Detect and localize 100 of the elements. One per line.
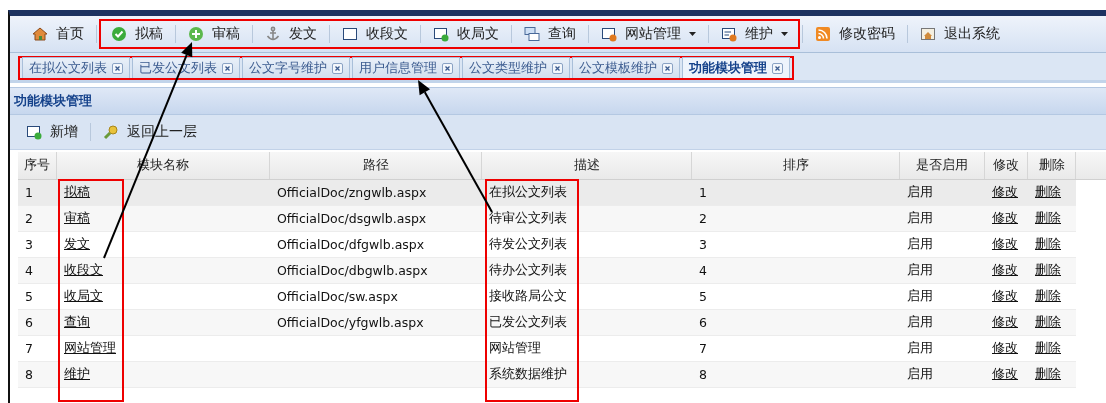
tab[interactable]: 公文类型维护 bbox=[462, 57, 570, 78]
close-icon[interactable] bbox=[332, 62, 343, 74]
table-row[interactable]: 4 收段文 OfficialDoc/dbgwlb.aspx 待办公文列表 4 启用 修改 删除 bbox=[18, 258, 1076, 284]
table-link[interactable]: 维护 bbox=[64, 366, 90, 383]
table-link[interactable]: 删除 bbox=[1035, 340, 1061, 357]
table-row[interactable]: 1 拟稿 OfficialDoc/zngwlb.aspx 在拟公文列表 1 启用 修改 删除 bbox=[18, 180, 1076, 206]
toolbar-button[interactable]: 维护 bbox=[711, 25, 798, 43]
table-link[interactable]: 删除 bbox=[1035, 314, 1061, 331]
column-header: 路径 bbox=[270, 152, 482, 179]
windows-icon bbox=[524, 26, 540, 42]
toolbar-button[interactable]: 审稿 bbox=[178, 25, 250, 43]
table-link[interactable]: 修改 bbox=[992, 236, 1018, 253]
window-icon bbox=[433, 26, 449, 42]
toolbar-button[interactable]: 拟稿 bbox=[101, 25, 173, 43]
house-frame-icon bbox=[920, 26, 936, 42]
toolbar-button[interactable]: 首页 bbox=[22, 25, 94, 43]
window-icon bbox=[601, 26, 617, 42]
table-row[interactable]: 8 维护 系统数据维护 8 启用 修改 删除 bbox=[18, 362, 1076, 388]
table-cell: 启用 bbox=[907, 314, 933, 331]
table-cell: OfficialDoc/sw.aspx bbox=[277, 289, 398, 304]
table-link[interactable]: 收段文 bbox=[64, 262, 103, 279]
feed-icon bbox=[815, 26, 831, 42]
toolbar-button[interactable]: 查询 bbox=[514, 25, 586, 43]
table-link[interactable]: 修改 bbox=[992, 340, 1018, 357]
close-icon[interactable] bbox=[222, 62, 233, 74]
action-button[interactable]: 返回上一层 bbox=[93, 123, 207, 141]
table-cell: OfficialDoc/dbgwlb.aspx bbox=[277, 263, 428, 278]
close-icon[interactable] bbox=[442, 62, 453, 74]
key-icon bbox=[103, 124, 119, 140]
table-link[interactable]: 删除 bbox=[1035, 366, 1061, 383]
table-cell: 网站管理 bbox=[489, 340, 541, 357]
table-link[interactable]: 修改 bbox=[992, 262, 1018, 279]
close-icon[interactable] bbox=[772, 62, 783, 74]
table-cell: 接收路局公文 bbox=[489, 288, 567, 305]
action-button[interactable]: 新增 bbox=[16, 123, 88, 141]
panel-title: 功能模块管理 bbox=[10, 87, 1106, 115]
form-icon bbox=[721, 26, 737, 42]
close-icon[interactable] bbox=[662, 62, 673, 74]
table-cell: 系统数据维护 bbox=[489, 366, 567, 383]
check-icon bbox=[111, 26, 127, 42]
tab[interactable]: 在拟公文列表 bbox=[22, 57, 130, 78]
table-cell: 3 bbox=[25, 237, 33, 252]
toolbar-button[interactable]: 网站管理 bbox=[591, 25, 706, 43]
table-link[interactable]: 删除 bbox=[1035, 262, 1061, 279]
column-header: 排序 bbox=[692, 152, 900, 179]
table-row[interactable]: 2 审稿 OfficialDoc/dsgwlb.aspx 待审公文列表 2 启用 修改 删除 bbox=[18, 206, 1076, 232]
table-link[interactable]: 删除 bbox=[1035, 288, 1061, 305]
table-link[interactable]: 拟稿 bbox=[64, 184, 90, 201]
close-icon[interactable] bbox=[552, 62, 563, 74]
caret-icon bbox=[689, 32, 696, 36]
table-cell: 启用 bbox=[907, 262, 933, 279]
table-link[interactable]: 查询 bbox=[64, 314, 90, 331]
close-icon[interactable] bbox=[112, 62, 123, 74]
table-row[interactable]: 6 查询 OfficialDoc/yfgwlb.aspx 已发公文列表 6 启用 修改 删除 bbox=[18, 310, 1076, 336]
table-cell: OfficialDoc/zngwlb.aspx bbox=[277, 185, 427, 200]
table-cell: 2 bbox=[699, 211, 707, 226]
table-link[interactable]: 删除 bbox=[1035, 236, 1061, 253]
column-header: 序号 bbox=[18, 152, 57, 179]
table-link[interactable]: 修改 bbox=[992, 314, 1018, 331]
toolbar-button[interactable]: 退出系统 bbox=[910, 25, 1010, 43]
tab[interactable]: 功能模块管理 bbox=[682, 57, 790, 78]
table-cell: 启用 bbox=[907, 366, 933, 383]
table-cell: 启用 bbox=[907, 184, 933, 201]
table-cell: 待发公文列表 bbox=[489, 236, 567, 253]
column-header: 是否启用 bbox=[900, 152, 985, 179]
table-link[interactable]: 发文 bbox=[64, 236, 90, 253]
table-link[interactable]: 修改 bbox=[992, 184, 1018, 201]
caret-icon bbox=[781, 32, 788, 36]
table-link[interactable]: 修改 bbox=[992, 288, 1018, 305]
window-icon bbox=[26, 124, 42, 140]
tab[interactable]: 用户信息管理 bbox=[352, 57, 460, 78]
tab[interactable]: 公文字号维护 bbox=[242, 57, 350, 78]
toolbar-button[interactable]: 修改密码 bbox=[805, 25, 905, 43]
table-link[interactable]: 审稿 bbox=[64, 210, 90, 227]
table-link[interactable]: 删除 bbox=[1035, 210, 1061, 227]
table-cell: 5 bbox=[699, 289, 707, 304]
table-cell: 启用 bbox=[907, 340, 933, 357]
toolbar-button[interactable]: 收局文 bbox=[423, 25, 509, 43]
toolbar-button[interactable]: 收段文 bbox=[332, 25, 418, 43]
table-link[interactable]: 修改 bbox=[992, 366, 1018, 383]
table-cell: 启用 bbox=[907, 210, 933, 227]
table-link[interactable]: 收局文 bbox=[64, 288, 103, 305]
column-header: 描述 bbox=[482, 152, 692, 179]
window-icon bbox=[342, 26, 358, 42]
tab[interactable]: 公文模板维护 bbox=[572, 57, 680, 78]
table-cell: 启用 bbox=[907, 236, 933, 253]
table-cell: 4 bbox=[25, 263, 33, 278]
table-link[interactable]: 网站管理 bbox=[64, 340, 116, 357]
anchor-icon bbox=[265, 26, 281, 42]
column-header: 删除 bbox=[1028, 152, 1076, 179]
plus-icon bbox=[188, 26, 204, 42]
table-link[interactable]: 修改 bbox=[992, 210, 1018, 227]
table-cell: 在拟公文列表 bbox=[489, 184, 567, 201]
house-icon bbox=[32, 26, 48, 42]
table-cell: OfficialDoc/dsgwlb.aspx bbox=[277, 211, 427, 226]
table-cell: 待办公文列表 bbox=[489, 262, 567, 279]
table-cell: 1 bbox=[25, 185, 33, 200]
toolbar-button[interactable]: 发文 bbox=[255, 25, 327, 43]
table-link[interactable]: 删除 bbox=[1035, 184, 1061, 201]
table-cell: OfficialDoc/dfgwlb.aspx bbox=[277, 237, 425, 252]
